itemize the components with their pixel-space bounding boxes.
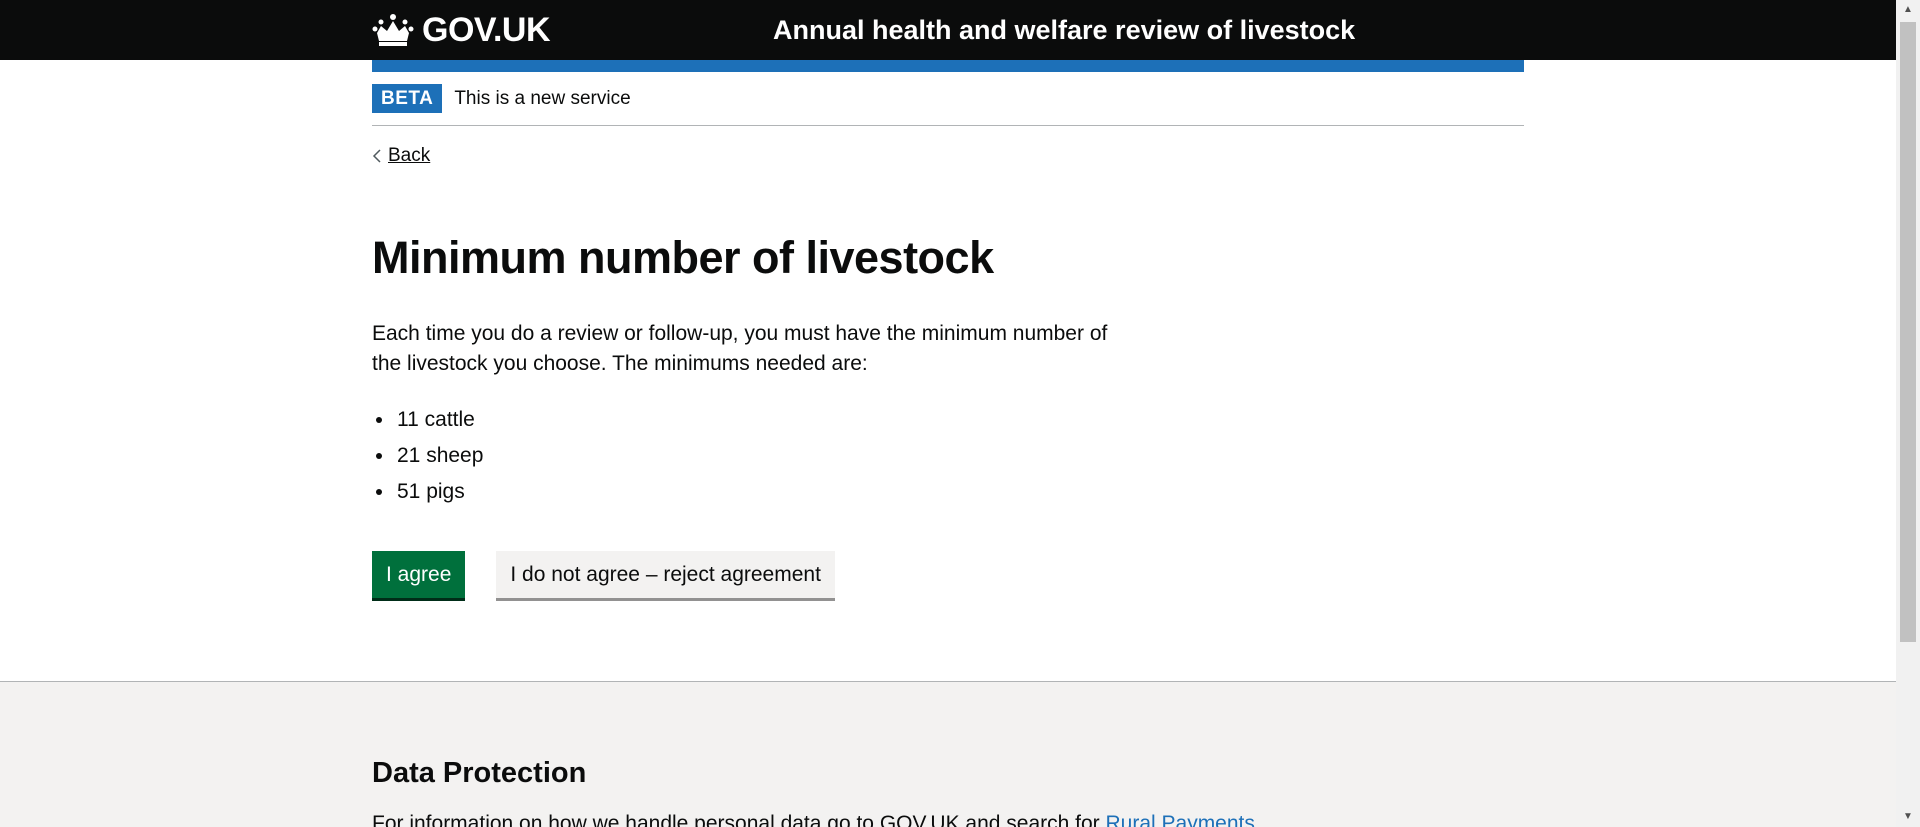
back-link-label[interactable]: Back [388,145,430,167]
service-name-link[interactable]: Annual health and welfare review of live… [773,13,1355,47]
footer-text: For information on how we handle persona… [372,809,1255,827]
beta-tag: BETA [372,84,443,113]
header-blue-bar [372,60,1524,72]
page-title: Minimum number of livestock [372,232,994,283]
scroll-down-icon[interactable]: ▼ [1896,807,1920,827]
list-item: 21 sheep [395,438,483,474]
site-header: GOV.UK Annual health and welfare review … [0,0,1896,60]
vertical-scrollbar[interactable]: ▲ ▼ [1896,0,1920,827]
footer-heading: Data Protection [372,757,587,789]
crown-icon [372,14,414,46]
list-item: 51 pigs [395,474,483,510]
scroll-thumb[interactable] [1900,22,1916,642]
intro-paragraph: Each time you do a review or follow-up, … [372,322,1108,375]
govuk-logo-link[interactable]: GOV.UK [372,10,551,50]
phase-banner-text: This is a new service [454,87,631,109]
list-item: 11 cattle [395,402,483,438]
site-footer: Data Protection For information on how w… [0,681,1896,827]
scroll-up-icon[interactable]: ▲ [1896,0,1920,20]
page: GOV.UK Annual health and welfare review … [0,0,1896,827]
footer-text-body: For information on how we handle persona… [372,812,1106,827]
header-inner: GOV.UK Annual health and welfare review … [372,0,1524,60]
logo-text: GOV.UK [422,11,551,49]
phase-banner: BETA This is a new service [372,72,1524,126]
agree-button[interactable]: I agree [372,551,466,598]
back-link[interactable]: Back [372,145,1524,167]
reject-agreement-button[interactable]: I do not agree – reject agreement [496,551,835,598]
chevron-left-icon [372,149,381,163]
button-group: I agree I do not agree – reject agreemen… [372,551,835,598]
minimums-list: 11 cattle 21 sheep 51 pigs [395,402,483,510]
rural-payments-link[interactable]: Rural Payments [1105,812,1254,827]
